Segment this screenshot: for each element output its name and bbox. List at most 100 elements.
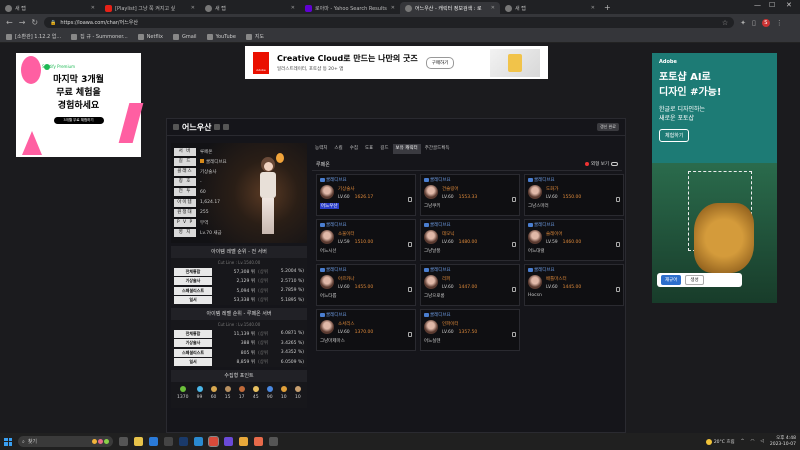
copy-icon[interactable] [408,197,412,202]
close-tab-icon[interactable]: ✕ [491,5,495,11]
guild-members-icon [424,223,429,227]
app-icon[interactable] [239,437,248,446]
back-icon[interactable]: ← [6,18,13,27]
roster-card[interactable]: 쿨레디브요 소서리스 LV.60 1370.00 그냥마제마스 [316,309,416,351]
profile-avatar[interactable]: S [761,18,770,27]
section-tab[interactable]: 스킬 [331,144,345,154]
roster-card[interactable]: 쿨레디브요 소울이터 LV.59 1510.00 어느시선 [316,219,416,261]
ad-cta-button[interactable]: 3개월 무료 체험하기 [53,117,104,124]
edge-icon[interactable] [149,437,158,446]
browser-tab[interactable]: 새 탭 ✕ [500,2,600,14]
bookmark-item[interactable]: YouTube [206,33,236,40]
edge-2-icon[interactable] [194,437,203,446]
browser-tab[interactable]: 새 탭 ✕ [200,2,300,14]
photoshop-ad[interactable]: Adobe 포토샵 AI로 디자인 #가능! 한글로 디자인하는 새로운 포토샵 체… [652,53,777,303]
appearance-toggle[interactable]: 외형 보기 [585,161,618,167]
roster-card[interactable]: 쿨레디브요 도화가 LV.60 1550.00 그냥스마러 [524,174,624,216]
section-tab[interactable]: 주간골드획득 [422,144,453,154]
close-tab-icon[interactable]: ✕ [391,5,395,11]
compare-icon[interactable] [223,124,230,130]
bookmark-favicon-icon [245,33,252,40]
copy-icon[interactable] [408,242,412,247]
browser-tab[interactable]: 어느우산 - 캐릭터 정보검색 : 로 ✕ [400,2,500,14]
menu-icon[interactable]: ⋮ [776,19,783,27]
roster-card[interactable]: 쿨레디브요 건슬링어 LV.60 1553.33 그냥쿠키 [420,174,520,216]
chrome-icon[interactable] [208,436,219,447]
close-tab-icon[interactable]: ✕ [91,5,95,11]
forward-icon[interactable]: → [19,18,26,27]
file-explorer-icon[interactable] [134,437,143,446]
adobe-banner-ad[interactable]: Adobe Creative Cloud로 만드는 나만의 굿즈 일러스트레이터… [245,46,548,79]
roster-card[interactable]: 쿨레디브요 배틀마스터 LV.60 1445.00 Hocsn [524,264,624,306]
taskbar-search[interactable]: ⌕ 찾기 [18,436,113,447]
collection-value: 45 [252,395,259,400]
copy-icon[interactable] [512,242,516,247]
page-icon [205,4,212,12]
sidepanel-icon[interactable]: ▯ [752,19,756,27]
maximize-icon[interactable]: ☐ [769,1,775,9]
star-icon[interactable]: ☆ [722,19,728,27]
bookmark-item[interactable]: Netflix [137,33,163,40]
roster-card[interactable]: 쿨레디브요 아르카나 LV.60 1455.00 어느타롭 [316,264,416,306]
roster-card[interactable]: 쿨레디브요 리퍼 LV.60 1447.00 그냥으로롱 [420,264,520,306]
copy-icon[interactable] [512,197,516,202]
section-tab[interactable]: 길드 [377,144,391,154]
tray-chevron-icon[interactable]: ^ [741,439,745,444]
bookmark-icon[interactable] [173,124,179,130]
bookmark-item[interactable]: 지도 [245,33,264,40]
copy-icon[interactable] [512,287,516,292]
roster-card[interactable]: 쿨레디브요 데모닉 LV.60 1480.00 그냥날풍 [420,219,520,261]
bookmark-item[interactable]: [소환관] 1.12.2 업... [6,33,61,40]
copy-icon[interactable] [408,332,412,337]
browser-tab[interactable]: 새 탭 ✕ [0,2,100,14]
reload-icon[interactable]: ↻ [31,18,38,27]
network-icon[interactable]: ◠ [750,439,754,444]
guild-members-icon [320,223,325,227]
steam-icon[interactable] [179,437,188,446]
bookmark-item[interactable]: 집 규 - Summoner... [71,33,128,40]
minimize-icon[interactable]: — [754,1,761,9]
close-tab-icon[interactable]: ✕ [591,5,595,11]
ad-buy-button[interactable]: 구매하기 [425,56,455,69]
discord-icon[interactable] [224,437,233,446]
character-avatar [320,320,334,334]
clock[interactable]: 오후 4:48 2023-10-07 [770,436,796,448]
share-icon[interactable] [214,124,221,130]
copy-icon[interactable] [616,287,620,292]
section-tab[interactable]: 수집 [347,144,361,154]
roster-card[interactable]: 쿨레디브요 기상술사 LV.60 1626.17 어느우산 [316,174,416,216]
section-tab[interactable]: 도표 [362,144,376,154]
app-2-icon[interactable] [254,437,263,446]
copy-icon[interactable] [616,197,620,202]
update-button[interactable]: 갱신 완료 [597,123,619,131]
section-tab[interactable]: 보유 캐릭터 [392,143,421,154]
bookmark-item[interactable]: Gmail [172,33,197,40]
close-window-icon[interactable]: ✕ [786,1,792,9]
extensions-icon[interactable]: ✦ [740,19,746,27]
copy-icon[interactable] [512,332,516,337]
volume-icon[interactable]: ◁ [760,439,763,444]
copy-icon[interactable] [616,242,620,247]
cloud-icon [705,438,712,445]
copy-icon[interactable] [408,287,412,292]
roster-card[interactable]: 쿨레디브요 인파이터 LV.60 1357.50 어느실텐 [420,309,520,351]
roster-card[interactable]: 쿨레디브요 슬레이어 LV.59 1460.00 어느대럴 [524,219,624,261]
task-view-icon[interactable] [119,437,128,446]
address-bar[interactable]: 🔒 https://loawa.com/char/어느우산 ☆ [44,17,735,28]
store-icon[interactable] [164,437,173,446]
roster-guild-name: 쿨레디브요 [534,178,555,183]
section-tab[interactable]: 능력치 [312,144,330,154]
browser-tab[interactable]: 로아마 - Yahoo Search Results ✕ [300,2,400,14]
info-label: 영 지 [174,229,196,238]
app-3-icon[interactable] [269,437,278,446]
guild-members-icon [320,313,325,317]
close-tab-icon[interactable]: ✕ [291,5,295,11]
spotify-ad[interactable]: Spotify Premium 마지막 3개월 무료 체험을 경험하세요 3개월… [16,53,144,157]
ad-product-image [490,48,540,77]
weather-widget[interactable]: 20°C 흐림 [705,438,735,445]
new-tab-button[interactable]: + [604,3,611,12]
ad-try-button[interactable]: 체험하기 [659,129,690,142]
windows-start-icon[interactable] [4,437,12,446]
browser-tab[interactable]: [Playlist] 그냥 쭉 켜지고 싶 ✕ [100,2,200,14]
close-tab-icon[interactable]: ✕ [191,5,195,11]
